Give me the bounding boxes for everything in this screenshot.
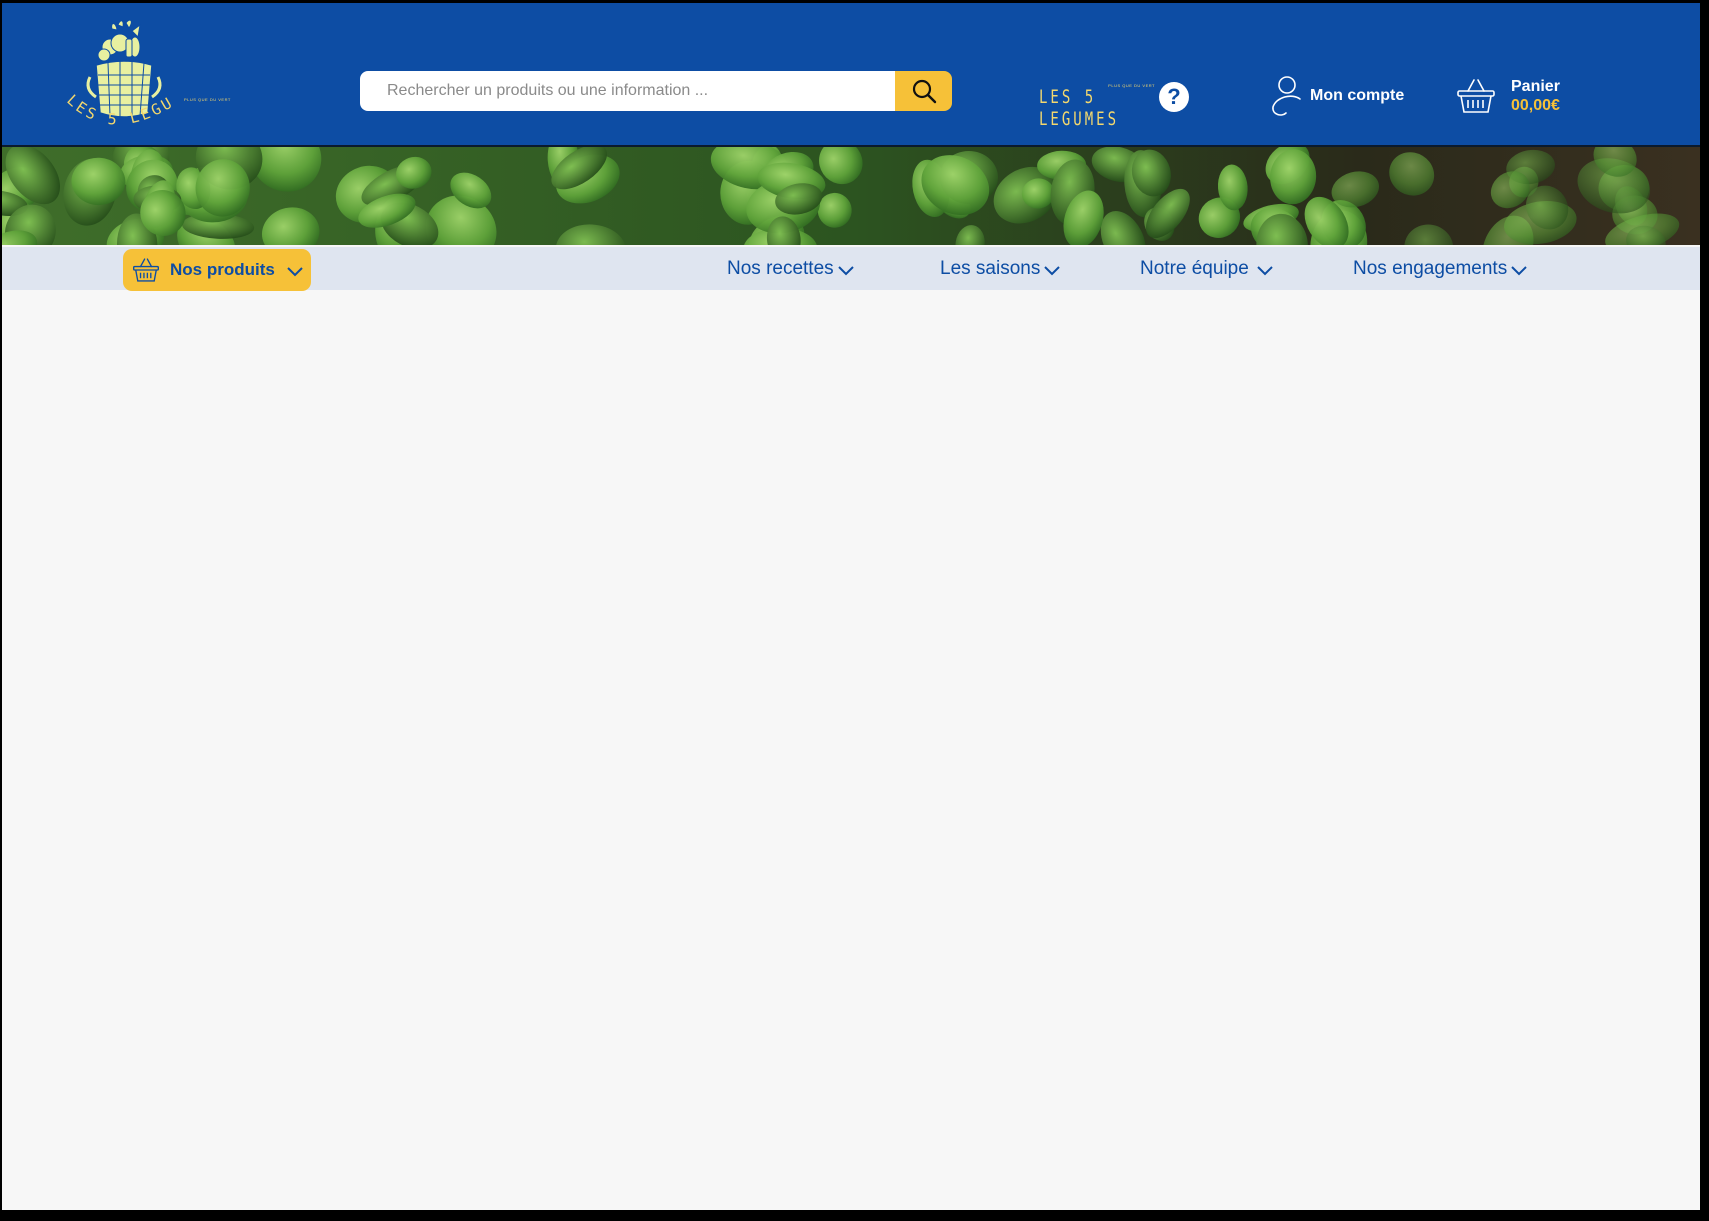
chevron-down-icon — [837, 266, 854, 276]
site-logo[interactable]: LES 5 LEGUMES PLUS QUE DU VERT — [54, 3, 245, 147]
cart-label: Panier — [1511, 78, 1560, 95]
nav-item-recettes[interactable]: Nos recettes — [727, 257, 854, 281]
vegetable-basket-logo-icon: LES 5 LEGUMES PLUS QUE DU VERT — [54, 3, 231, 129]
chevron-down-icon — [1511, 266, 1527, 276]
chevron-down-icon — [287, 267, 303, 277]
search-button[interactable] — [895, 71, 952, 111]
nav-products-label: Nos produits — [170, 260, 275, 279]
main-content — [2, 290, 1700, 1210]
chevron-down-icon — [1044, 266, 1061, 276]
nav-item-label: Notre équipe — [1140, 258, 1249, 279]
hero-banner — [2, 147, 1700, 245]
search-bar — [360, 71, 952, 111]
basket-icon — [133, 258, 159, 282]
brand-name: LES 5 LEGUMES — [1039, 87, 1120, 131]
nav-item-saisons[interactable]: Les saisons — [940, 257, 1061, 281]
account-label: Mon compte — [1310, 87, 1405, 104]
nav-products-button[interactable]: Nos produits — [123, 249, 311, 291]
basket-icon — [1457, 79, 1495, 113]
main-nav: Nos produits Nos recettes Les saisons No… — [2, 247, 1700, 291]
chevron-down-icon — [1257, 266, 1273, 276]
cart-link[interactable]: Panier 00,00€ — [1457, 75, 1560, 117]
nav-item-equipe[interactable]: Notre équipe — [1140, 257, 1273, 281]
site-header: LES 5 LEGUMES PLUS QUE DU VERT PLUS QUE … — [2, 3, 1700, 145]
cart-total: 00,00€ — [1511, 97, 1560, 114]
nav-item-engagements[interactable]: Nos engagements — [1353, 257, 1527, 281]
search-input[interactable] — [360, 71, 896, 111]
user-icon — [1272, 76, 1301, 116]
nav-item-label: Les saisons — [940, 258, 1041, 279]
page: LES 5 LEGUMES PLUS QUE DU VERT PLUS QUE … — [2, 3, 1700, 1210]
help-link[interactable]: PLUS QUE DU VERT LES 5 LEGUMES ? — [1039, 79, 1189, 130]
lettuce-seedlings-photo — [2, 147, 1700, 245]
nav-item-label: Nos recettes — [727, 258, 834, 279]
logo-tagline: PLUS QUE DU VERT — [184, 97, 231, 102]
brand-wordmark: PLUS QUE DU VERT LES 5 LEGUMES — [1039, 79, 1157, 130]
question-icon[interactable]: ? — [1159, 82, 1189, 112]
search-icon — [912, 79, 936, 104]
account-link[interactable]: Mon compte — [1270, 75, 1404, 117]
nav-item-label: Nos engagements — [1353, 258, 1508, 279]
